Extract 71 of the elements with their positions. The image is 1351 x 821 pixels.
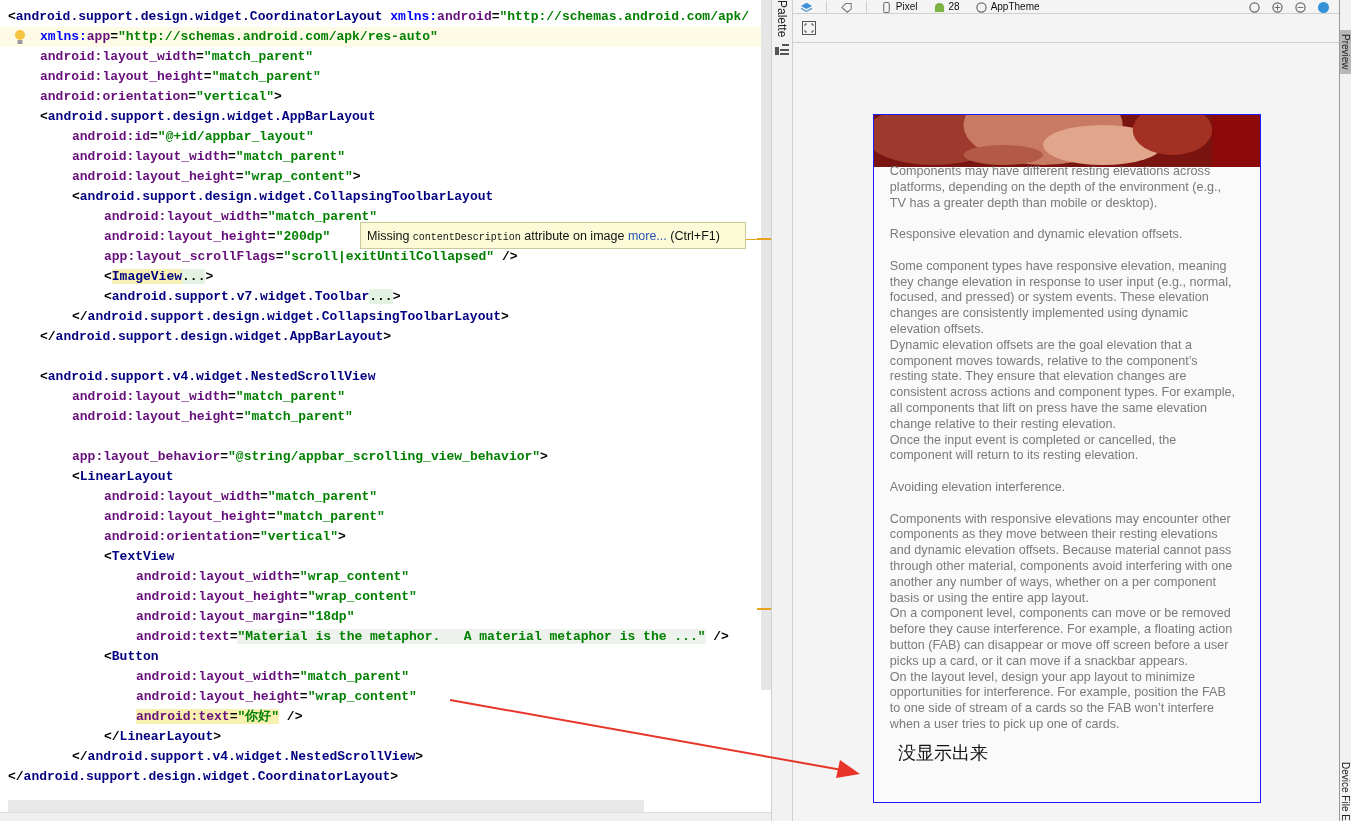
code-line: android:layout_width="match_parent" xyxy=(104,489,378,504)
code-line: </android.support.design.widget.CollapsingToolbarLayout> xyxy=(72,309,509,324)
code-line: android:layout_width="match_parent" xyxy=(72,149,346,164)
zoom-in-icon[interactable] xyxy=(1272,2,1283,13)
code-line: android:layout_width="wrap_content" xyxy=(136,569,410,584)
zoom-out-icon[interactable] xyxy=(1295,2,1306,13)
android-icon xyxy=(933,2,945,13)
code-line: android:layout_height="wrap_content" xyxy=(136,589,417,604)
code-line: <android.support.v7.widget.Toolbar...> xyxy=(104,289,401,304)
tooltip-text: Missing contentDescription attribute on image more... (Ctrl+F1) xyxy=(367,228,720,243)
code-line: app:layout_behavior="@string/appbar_scrolling_view_behavior"> xyxy=(72,449,548,464)
preview-paragraph: Avoiding elevation interference. xyxy=(889,478,1067,496)
tag-icon[interactable] xyxy=(840,2,852,13)
phone-icon xyxy=(880,2,892,13)
code-line: android:layout_width="match_parent" xyxy=(40,49,314,64)
code-line: android:layout_height="wrap_content" xyxy=(136,689,417,704)
code-line: android:id="@+id/appbar_layout" xyxy=(72,129,314,144)
code-line: app:layout_scrollFlags="scroll|exitUntilCollapsed" /> xyxy=(104,249,518,264)
preview-paragraph: Dynamic elevation offsets are the goal elevation that a component moves towards, relative to the component’s resting state. They ensure that elevation changes are consistent across actions and component types. For example, all components that lift on press have the same elevation change relative to their resting elevation. xyxy=(889,337,1236,433)
info-icon[interactable] xyxy=(1318,2,1329,13)
code-line: android:layout_height="match_parent" xyxy=(72,409,353,424)
code-line: </android.support.design.widget.CoordinatorLayout> xyxy=(8,769,399,784)
code-line: android:layout_height="match_parent" xyxy=(104,509,385,524)
preview-paragraph: Once the input event is completed or cancelled, the component will return to its resting elevation. xyxy=(889,432,1178,465)
code-line: </android.support.v4.widget.NestedScrollView> xyxy=(72,749,424,764)
code-line: android:layout_margin="18dp" xyxy=(136,609,355,624)
palette-tab[interactable]: Palette xyxy=(774,0,789,38)
code-line: <Button xyxy=(104,649,159,664)
lightbulb-icon[interactable] xyxy=(14,29,26,45)
code-line: android:layout_width="match_parent" xyxy=(136,669,410,684)
code-line: android:layout_height="200dp" xyxy=(104,229,331,244)
code-editor[interactable] xyxy=(0,0,772,821)
preview-paragraph: On a component level, components can move or be removed before they cause interference. For example, a floating action button (FAB) can disappear or move off screen before a user picks up a card, or it can move if a snackbar appears. xyxy=(889,606,1234,670)
preview-tab[interactable]: Preview xyxy=(1340,30,1351,74)
code-line: android:text="Material is the metaphor. A material metaphor is the ..." /> xyxy=(136,629,729,644)
code-line: <android.support.design.widget.CoordinatorLayout xmlns:android="http://schemas.android.com/apk/ xyxy=(8,9,750,24)
code-line: <TextView xyxy=(104,549,175,564)
code-line: android:orientation="vertical"> xyxy=(40,89,282,104)
leader-line xyxy=(746,239,759,240)
theme-icon xyxy=(975,2,987,13)
code-line: android:layout_height="match_parent" xyxy=(40,69,321,84)
preview-paragraph: Components may have different resting elevations across platforms, depending on the depth of the environment (e.g., TV has a greater depth than mobile or desktop). xyxy=(889,164,1222,212)
preview-paragraph: On the layout level, design your app layout to minimize opportunities for interference. For example, position the FAB to one side of stream of a cards so the FAB won’t interfere when a user tries to pick up one of cards. xyxy=(889,669,1227,733)
device-file-explorer-tab[interactable]: Device File E xyxy=(1340,758,1351,821)
code-line: <android.support.design.widget.CollapsingToolbarLayout xyxy=(72,189,494,204)
code-line: <ImageView...> xyxy=(104,269,214,284)
preview-paragraph: Responsive elevation and dynamic elevation offsets. xyxy=(889,226,1184,243)
code-line: </LinearLayout> xyxy=(104,729,222,744)
more-link[interactable]: more... xyxy=(627,228,667,243)
api-level-dropdown[interactable]: 28 xyxy=(933,1,960,13)
error-stripe-mark[interactable] xyxy=(756,608,771,610)
fit-screen-icon[interactable] xyxy=(801,21,816,35)
code-line: <android.support.design.widget.AppBarLayout xyxy=(40,109,376,124)
device-dropdown[interactable]: Pixel xyxy=(880,1,918,13)
code-line: android:text="你好" /> xyxy=(136,709,303,724)
preview-paragraph: Some component types have responsive elevation, meaning they change elevation in response to user input (e.g., normal, focused, and pressed) or system events. These elevation changes are consistently implemented using dynamic elevation offsets. xyxy=(889,257,1233,338)
scrollbar[interactable] xyxy=(760,0,771,690)
code-line: android:layout_width="match_parent" xyxy=(72,389,346,404)
code-line: </android.support.design.widget.AppBarLayout> xyxy=(40,329,392,344)
code-line: xmlns:app="http://schemas.android.com/apk/res-auto" xyxy=(40,29,438,44)
theme-dropdown[interactable]: AppTheme xyxy=(975,1,1040,13)
code-line: <LinearLayout xyxy=(72,469,174,484)
annotation-text: 没显示出来 xyxy=(896,740,989,765)
code-line: android:layout_width="match_parent" xyxy=(104,209,378,224)
zoom-icon[interactable] xyxy=(1249,2,1260,13)
code-line: android:orientation="vertical"> xyxy=(104,529,346,544)
code-line: <android.support.v4.widget.NestedScrollView xyxy=(40,369,376,384)
code-line: android:layout_height="wrap_content"> xyxy=(72,169,361,184)
palette-icon[interactable] xyxy=(774,43,789,56)
preview-paragraph: Components with responsive elevations may encounter other components as they move between their resting elevations and dynamic elevation offsets. Because material cannot pass through other material, components avoid interfering with one another any number of ways, whether on a per component basis or using the entire app layout. xyxy=(889,510,1234,607)
layers-icon[interactable] xyxy=(800,2,812,13)
